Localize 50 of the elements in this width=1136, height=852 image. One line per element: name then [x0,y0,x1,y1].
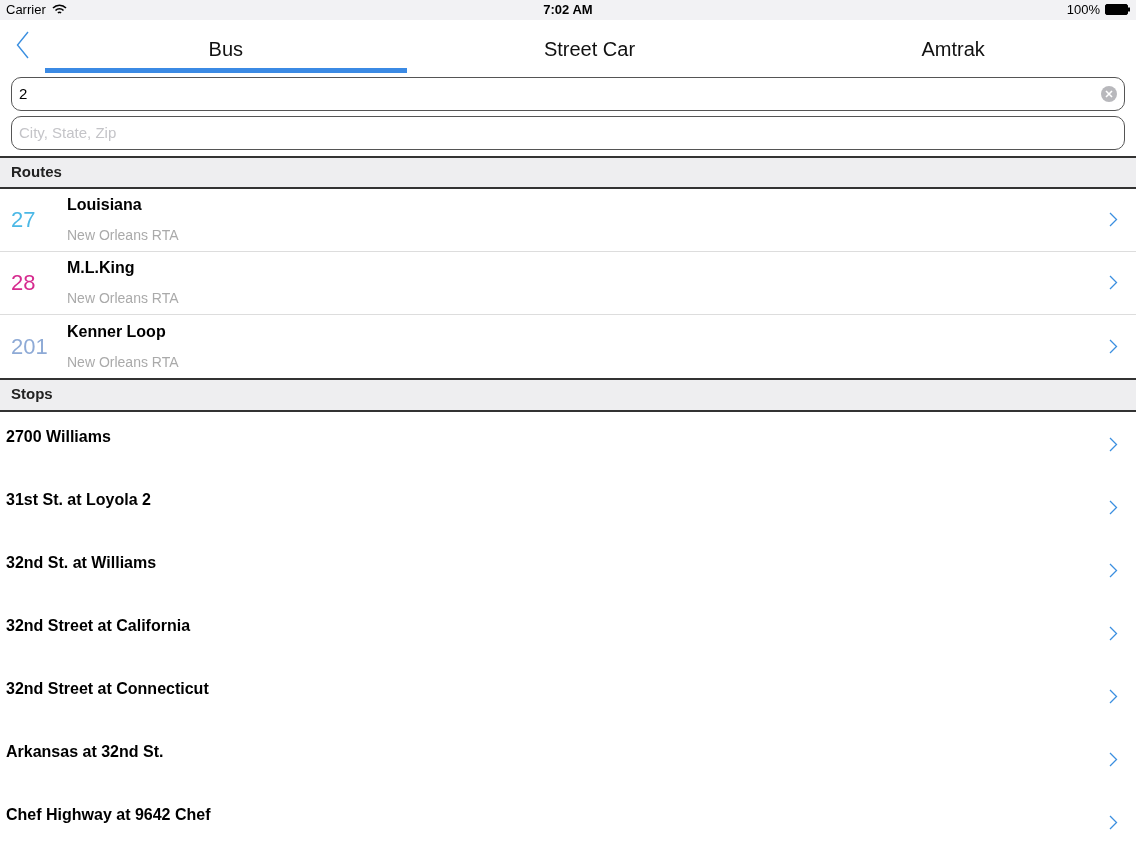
stop-row[interactable]: 32nd Street at Connecticut [0,663,1136,727]
carrier-label: Carrier [6,1,46,19]
chevron-right-icon [1109,625,1118,641]
route-number: 201 [10,332,49,361]
stop-name: Chef Highway at 9642 Chef [6,804,212,825]
location-field[interactable]: City, State, Zip [11,115,1125,150]
chevron-right-icon [1109,436,1118,452]
stop-name: Arkansas at 32nd St. [6,741,165,762]
stop-name: 32nd St. at Williams [6,552,158,573]
stop-name: 2700 Williams [6,426,112,447]
tab[interactable]: Bus [45,19,407,73]
stop-name: 32nd Street at Connecticut [6,678,210,699]
chevron-left-icon [16,30,29,59]
stop-name: 32nd Street at California [6,615,192,636]
search-field[interactable]: 2 [11,76,1125,111]
stop-name: 31st St. at Loyola 2 [6,489,152,510]
stop-row[interactable]: 2700 Williams [0,411,1136,475]
agency-label: New Orleans RTA [67,226,180,245]
route-name: M.L.King [67,258,136,278]
route-name: Louisiana [67,195,143,215]
chevron-right-icon [1109,562,1118,578]
route-row[interactable]: 27 Louisiana New Orleans RTA [0,188,1136,252]
battery-icon [1105,4,1130,16]
route-row[interactable]: 201 Kenner Loop New Orleans RTA [0,314,1136,378]
clear-icon[interactable] [1101,85,1117,102]
stop-row[interactable]: 32nd St. at Williams [0,537,1136,601]
tab[interactable]: Amtrak [772,19,1134,73]
chevron-right-icon [1109,338,1118,354]
agency-label: New Orleans RTA [67,352,180,372]
stop-row[interactable]: 31st St. at Loyola 2 [0,474,1136,538]
section-header: Stops [0,377,1136,412]
tab[interactable]: Street Car [408,19,771,73]
chevron-right-icon [1109,212,1118,227]
route-name: Kenner Loop [67,321,167,342]
route-row[interactable]: 28 M.L.King New Orleans RTA [0,251,1136,315]
route-number: 28 [10,269,37,297]
chevron-right-icon [1109,275,1118,290]
stop-row[interactable]: Chef Highway at 9642 Chef [0,789,1136,852]
chevron-right-icon [1109,688,1118,704]
stop-row[interactable]: 32nd Street at California [0,600,1136,664]
route-number: 27 [10,206,37,234]
chevron-right-icon [1109,751,1118,767]
chevron-right-icon [1109,814,1118,830]
section-header: Routes [0,155,1136,189]
wifi-icon [51,4,67,16]
stop-row[interactable]: Arkansas at 32nd St. [0,726,1136,790]
chevron-right-icon [1109,499,1118,515]
agency-label: New Orleans RTA [67,289,180,308]
clock-time: 7:02 AM [543,1,593,19]
battery-percent: 100% [1066,1,1100,19]
